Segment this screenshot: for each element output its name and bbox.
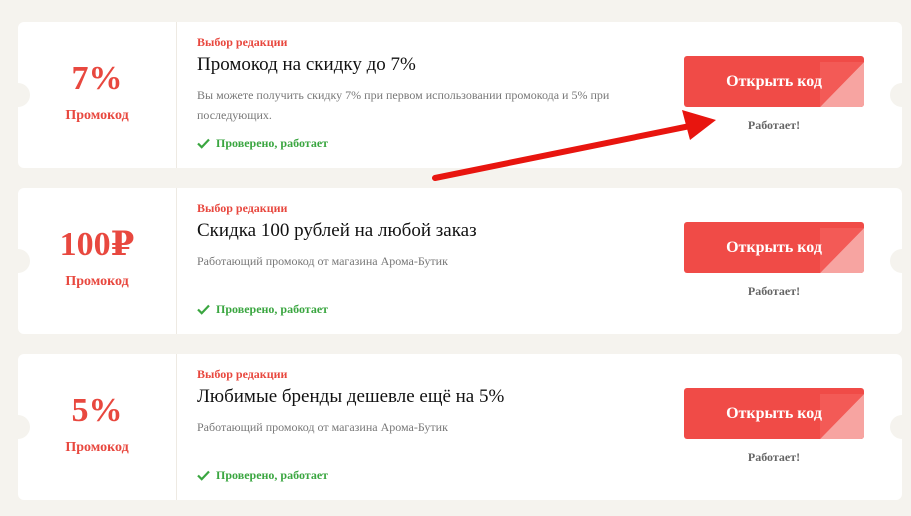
offer-amount-label: Промокод xyxy=(65,274,129,289)
verified-status: Проверено, работает xyxy=(197,302,328,317)
offer-title: Любимые бренды дешевле ещё на 5% xyxy=(197,386,505,407)
ticket-notch xyxy=(890,415,911,439)
check-icon xyxy=(197,138,210,149)
offer-amount-panel: 5% Промокод xyxy=(18,354,177,500)
peel-corner-icon xyxy=(820,394,864,439)
open-code-button[interactable]: Открыть код xyxy=(684,56,864,107)
offer-card-2: 100₽ Промокод Выбор редакции Скидка 100 … xyxy=(6,188,911,334)
peel-corner-icon xyxy=(820,62,864,107)
offer-title: Промокод на скидку до 7% xyxy=(197,54,416,75)
verified-text: Проверено, работает xyxy=(216,136,329,150)
editor-pick-label: Выбор редакции xyxy=(197,201,288,215)
editor-pick-label: Выбор редакции xyxy=(197,367,288,381)
offer-amount: 100₽ xyxy=(59,226,135,263)
check-icon xyxy=(197,470,210,481)
verified-text: Проверено, работает xyxy=(216,468,329,482)
open-code-button[interactable]: Открыть код xyxy=(684,222,864,273)
ticket-notch xyxy=(890,249,911,273)
offer-card-1: 7% Промокод Выбор редакции Промокод на с… xyxy=(6,22,911,168)
works-status: Работает! xyxy=(747,284,801,298)
offer-title: Скидка 100 рублей на любой заказ xyxy=(197,220,477,241)
verified-text: Проверено, работает xyxy=(216,302,329,316)
offer-amount-label: Промокод xyxy=(65,108,129,123)
offer-amount-panel: 7% Промокод xyxy=(18,22,177,168)
open-code-button[interactable]: Открыть код xyxy=(684,388,864,439)
works-status: Работает! xyxy=(747,118,801,132)
offer-description: Работающий промокод от магазина Арома-Бу… xyxy=(197,254,448,268)
verified-status: Проверено, работает xyxy=(197,136,328,151)
ticket-notch xyxy=(890,83,911,107)
offer-description: Вы можете получить скидку 7% при первом … xyxy=(197,88,610,122)
offer-amount: 5% xyxy=(71,392,123,429)
check-icon xyxy=(197,304,210,315)
offer-description: Работающий промокод от магазина Арома-Бу… xyxy=(197,420,448,434)
offer-amount-panel: 100₽ Промокод xyxy=(18,188,177,334)
editor-pick-label: Выбор редакции xyxy=(197,35,288,49)
peel-corner-icon xyxy=(820,228,864,273)
works-status: Работает! xyxy=(747,450,801,464)
offer-amount: 7% xyxy=(71,60,123,97)
offer-amount-label: Промокод xyxy=(65,440,129,455)
verified-status: Проверено, работает xyxy=(197,468,328,483)
offer-card-3: 5% Промокод Выбор редакции Любимые бренд… xyxy=(6,354,911,500)
